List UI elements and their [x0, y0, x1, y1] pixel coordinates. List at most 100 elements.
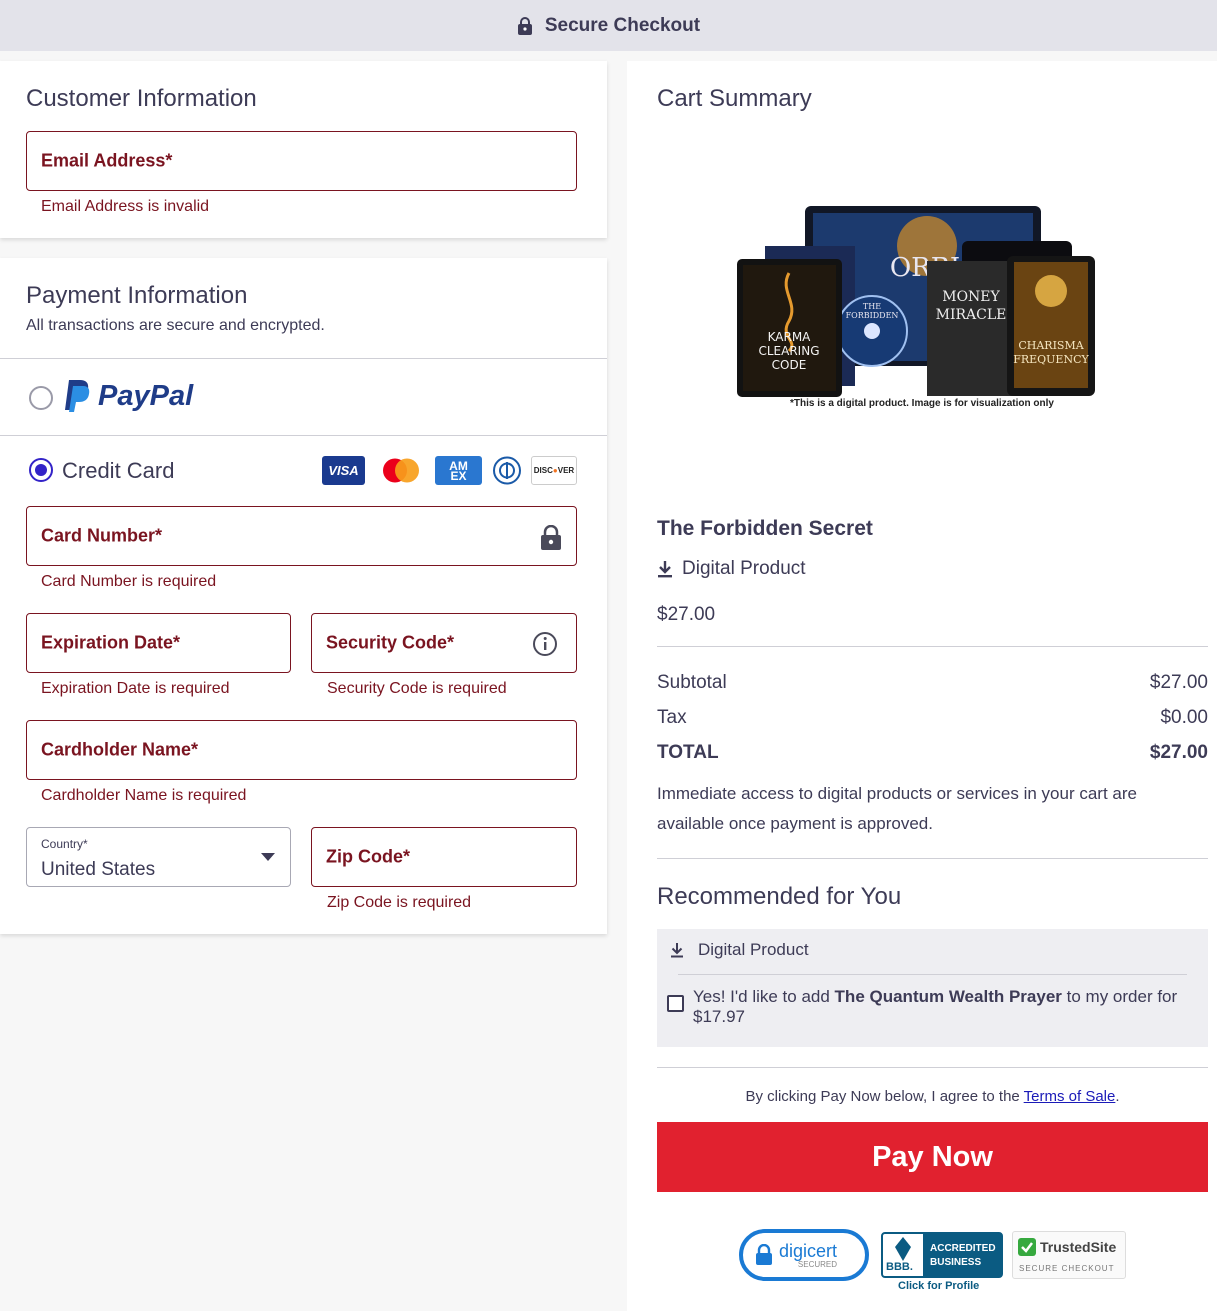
country-value: United States [41, 859, 156, 880]
payment-info-title: Payment Information [26, 282, 248, 309]
terms-text: By clicking Pay Now below, I agree to th… [657, 1088, 1208, 1105]
expiration-date-field[interactable]: Expiration Date* [26, 613, 291, 673]
svg-text:MONEY: MONEY [942, 289, 1000, 305]
info-icon[interactable] [532, 631, 558, 657]
subtotal-row: Subtotal $27.00 [657, 672, 1208, 694]
bbb-line1: ACCREDITED [930, 1243, 996, 1254]
cardholder-name-error: Cardholder Name is required [41, 787, 247, 804]
bbb-line2: BUSINESS [930, 1257, 982, 1268]
paypal-option[interactable]: PayPal [62, 378, 193, 414]
divider [657, 1067, 1208, 1068]
paypal-label: PayPal [98, 379, 194, 412]
download-icon [658, 561, 672, 578]
recommended-type: Digital Product [698, 940, 809, 959]
cardholder-name-field[interactable]: Cardholder Name* [26, 720, 577, 780]
mastercard-icon [383, 458, 419, 483]
upsell-product: The Quantum Wealth Prayer [834, 987, 1062, 1006]
bbb-badge[interactable]: BBB. ACCREDITED BUSINESS [881, 1232, 1003, 1278]
security-code-field[interactable]: Security Code* [311, 613, 577, 673]
check-icon [1018, 1238, 1036, 1256]
zip-code-error: Zip Code is required [327, 894, 472, 911]
card-number-field[interactable]: Card Number* [26, 506, 577, 566]
svg-text:CLEARING: CLEARING [758, 344, 819, 358]
diners-icon [493, 456, 521, 485]
product-type: Digital Product [657, 558, 806, 580]
svg-text:KARMA: KARMA [768, 330, 812, 344]
lock-icon [517, 16, 532, 35]
divider [0, 358, 607, 359]
email-label: Email Address* [41, 150, 173, 171]
cart-summary-title: Cart Summary [657, 85, 812, 112]
customer-info-title: Customer Information [26, 85, 257, 112]
svg-text:FREQUENCY: FREQUENCY [1013, 353, 1089, 366]
digicert-badge[interactable]: digicert SECURED [739, 1229, 869, 1281]
security-code-label: Security Code* [326, 632, 455, 653]
expiration-date-label: Expiration Date* [41, 632, 181, 653]
product-type-label: Digital Product [682, 558, 806, 579]
svg-text:CHARISMA: CHARISMA [1018, 339, 1084, 352]
divider [657, 858, 1208, 859]
security-code-error: Security Code is required [327, 680, 507, 697]
credit-card-radio[interactable] [29, 458, 53, 482]
svg-text:FORBIDDEN: FORBIDDEN [846, 311, 899, 320]
chevron-down-icon [261, 853, 275, 861]
upsell-offer-text[interactable]: Yes! I'd like to add The Quantum Wealth … [693, 987, 1183, 1027]
amex-icon: AM EX [435, 456, 482, 485]
product-bundle-image: ORBI THE FORBIDDEN KARMA CLEARING CODE M… [737, 206, 1095, 397]
digicert-text: digicert SECURED [779, 1242, 837, 1269]
lock-icon [541, 525, 561, 550]
recommended-title: Recommended for You [657, 883, 902, 910]
bbb-torch-icon [895, 1237, 911, 1261]
secure-checkout-bar: Secure Checkout [0, 0, 1217, 51]
bbb-logo-text: BBB. [886, 1261, 913, 1273]
pay-now-button[interactable]: Pay Now [657, 1122, 1208, 1192]
country-label: Country* [41, 837, 88, 851]
bbb-profile-link[interactable]: Click for Profile [898, 1280, 979, 1292]
download-icon [671, 943, 683, 958]
paypal-radio[interactable] [29, 386, 53, 410]
cart-summary-panel: Cart Summary ORBI THE FORBIDDEN KARMA CL… [627, 61, 1217, 1311]
country-select[interactable]: Country* United States [26, 827, 291, 887]
credit-card-label[interactable]: Credit Card [62, 458, 174, 484]
subtotal-value: $27.00 [1149, 672, 1208, 693]
expiration-date-error: Expiration Date is required [41, 680, 230, 697]
card-number-error: Card Number is required [41, 573, 217, 590]
lock-icon [756, 1244, 772, 1265]
upsell-checkbox[interactable] [667, 995, 684, 1012]
terms-prefix: By clicking Pay Now below, I agree to th… [745, 1088, 1024, 1105]
total-label: TOTAL [657, 742, 719, 763]
trustedsite-sub: SECURE CHECKOUT [1019, 1264, 1115, 1273]
divider [0, 435, 607, 436]
recommended-box: Digital Product Yes! I'd like to add The… [657, 929, 1208, 1047]
bbb-logo-box: BBB. [883, 1234, 923, 1276]
terms-suffix: . [1115, 1088, 1120, 1105]
tax-row: Tax $0.00 [657, 707, 1208, 729]
terms-of-sale-link[interactable]: Terms of Sale [1024, 1088, 1116, 1105]
svg-text:CODE: CODE [772, 358, 807, 372]
page-title: Secure Checkout [544, 14, 701, 36]
svg-text:MIRACLE: MIRACLE [936, 307, 1007, 323]
zip-code-field[interactable]: Zip Code* [311, 827, 577, 887]
tax-label: Tax [657, 707, 687, 728]
digicert-sub: SECURED [797, 1259, 838, 1269]
payment-subtitle: All transactions are secure and encrypte… [26, 317, 325, 334]
product-name: The Forbidden Secret [657, 517, 873, 540]
zip-code-label: Zip Code* [326, 846, 410, 867]
trustedsite-badge[interactable]: TrustedSite SECURE CHECKOUT [1012, 1231, 1126, 1279]
product-image-caption: *This is a digital product. Image is for… [790, 398, 1054, 409]
product-price: $27.00 [657, 604, 716, 625]
divider [657, 646, 1208, 647]
payment-info-card: Payment Information All transactions are… [0, 258, 607, 934]
total-row: TOTAL $27.00 [657, 742, 1208, 764]
tax-value: $0.00 [1160, 707, 1208, 728]
email-field[interactable]: Email Address* [26, 131, 577, 191]
divider [678, 974, 1187, 975]
card-number-label: Card Number* [41, 525, 163, 546]
cardholder-name-label: Cardholder Name* [41, 739, 199, 760]
discover-icon: DISC ● VER [531, 456, 577, 485]
upsell-prefix: Yes! I'd like to add [693, 987, 835, 1006]
total-value: $27.00 [1149, 742, 1208, 763]
svg-text:THE: THE [863, 302, 881, 311]
digicert-label: digicert [779, 1240, 838, 1261]
access-note: Immediate access to digital products or … [657, 784, 1137, 833]
